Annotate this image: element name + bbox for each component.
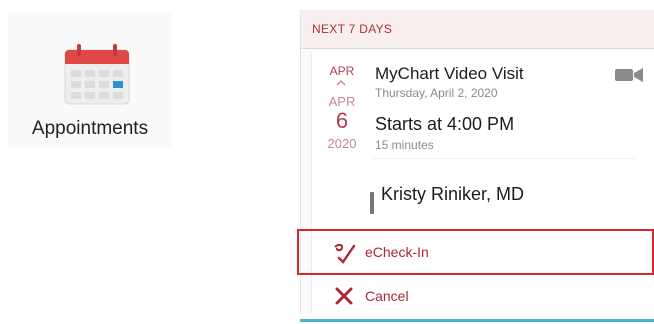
divider xyxy=(300,319,654,322)
duration: 15 minutes xyxy=(375,138,434,152)
appointments-app-tile[interactable]: Appointments xyxy=(8,12,172,148)
calendar-icon xyxy=(64,44,130,105)
video-camera-icon xyxy=(615,68,643,82)
chevron-up-icon xyxy=(336,80,346,86)
provider-row[interactable]: Kristy Riniker, MD xyxy=(359,174,599,220)
echeckin-highlight-box xyxy=(297,229,654,275)
date-day: 6 xyxy=(335,108,349,133)
cancel-button[interactable]: Cancel xyxy=(312,276,654,316)
section-title: NEXT 7 DAYS xyxy=(312,22,393,36)
date-month-faded: APR xyxy=(328,94,356,109)
section-header: NEXT 7 DAYS xyxy=(301,10,654,49)
visit-date: Thursday, April 2, 2020 xyxy=(375,86,498,100)
divider xyxy=(372,158,636,159)
x-icon xyxy=(335,287,353,305)
start-time: Starts at 4:00 PM xyxy=(375,114,515,134)
date-year: 2020 xyxy=(327,136,357,151)
provider-name: Kristy Riniker, MD xyxy=(381,184,525,204)
app-label: Appointments xyxy=(31,118,149,139)
cancel-label: Cancel xyxy=(365,288,409,304)
date-month: APR xyxy=(329,64,355,78)
provider-avatar xyxy=(370,192,374,214)
visit-title: MyChart Video Visit xyxy=(375,64,524,83)
